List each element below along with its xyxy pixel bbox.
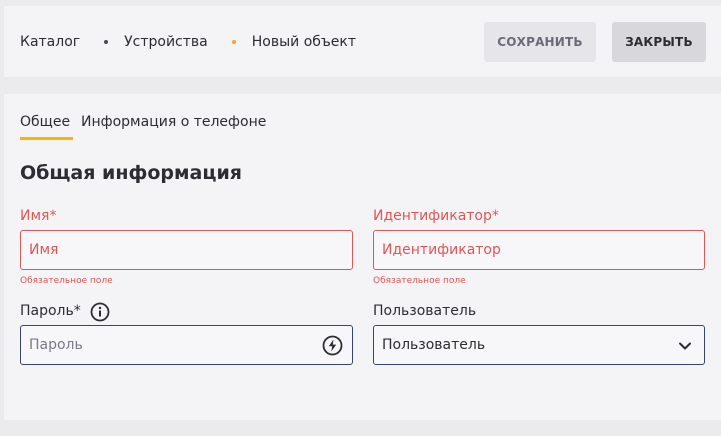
identifier-label: Идентификатор* (373, 208, 499, 224)
identifier-input[interactable] (373, 230, 705, 270)
password-input[interactable] (20, 325, 353, 365)
breadcrumb-item-devices[interactable]: Устройства (124, 34, 208, 50)
user-label: Пользователь (373, 303, 477, 319)
breadcrumb-item-current: Новый объект (251, 34, 357, 50)
form-panel: Общее Информация о телефоне Общая информ… (4, 94, 721, 420)
chevron-down-icon[interactable] (678, 338, 692, 357)
info-icon[interactable] (90, 302, 110, 326)
save-button[interactable]: СОХРАНИТЬ (484, 22, 596, 62)
tab-phone-info[interactable]: Информация о телефоне (81, 114, 266, 130)
bolt-icon[interactable] (322, 335, 343, 360)
breadcrumb-separator (104, 40, 109, 44)
password-label: Пароль* (20, 303, 81, 319)
name-input[interactable] (20, 230, 353, 270)
section-title: Общая информация (20, 162, 242, 184)
user-select-value: Пользователь (382, 337, 486, 353)
close-button[interactable]: ЗАКРЫТЬ (612, 22, 706, 62)
tab-general[interactable]: Общее (20, 114, 70, 130)
header-bar: Каталог Устройства Новый объект СОХРАНИТ… (4, 6, 721, 77)
active-tab-indicator (20, 137, 73, 140)
breadcrumb: Каталог Устройства Новый объект (20, 32, 356, 52)
breadcrumb-separator-current (231, 40, 236, 44)
user-select[interactable]: Пользователь (373, 325, 705, 365)
breadcrumb-item-catalog[interactable]: Каталог (20, 34, 80, 50)
name-label: Имя* (20, 208, 57, 224)
name-error-hint: Обязательное поле (20, 276, 113, 286)
identifier-error-hint: Обязательное поле (373, 276, 466, 286)
